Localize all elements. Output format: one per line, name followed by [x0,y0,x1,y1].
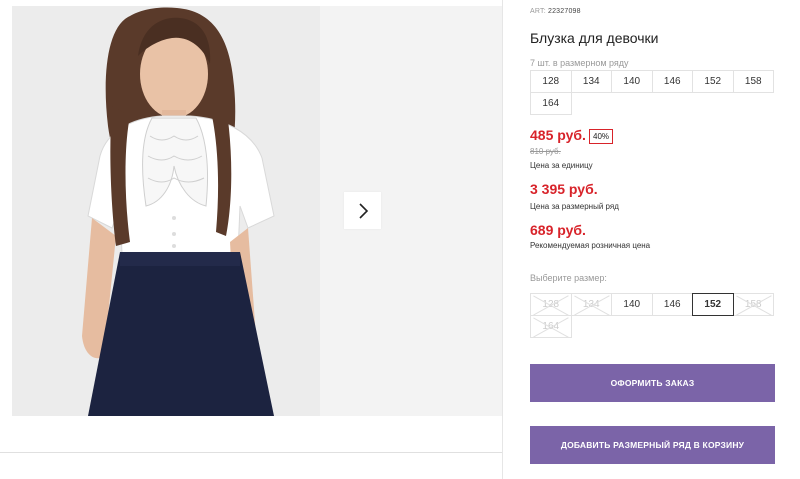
size-in-row: 164 [530,92,572,115]
gallery-next-button[interactable] [344,192,381,229]
row-count-text: 7 шт. в размерном ряду [530,58,629,68]
size-in-row: 134 [570,70,612,93]
rrp-price: 689 руб. [530,222,586,238]
article-prefix: ART: [530,8,546,15]
size-option-selected[interactable]: 152 [692,293,734,316]
size-in-row: 146 [651,70,693,93]
product-title: Блузка для девочки [530,30,659,46]
discount-badge: 40% [589,129,614,144]
size-option-disabled: 164 [530,315,572,338]
article-number: ART: 22327098 [530,8,581,15]
add-size-row-to-cart-button[interactable]: ДОБАВИТЬ РАЗМЕРНЫЙ РЯД В КОРЗИНУ [530,426,775,464]
row-price: 3 395 руб. [530,181,598,197]
size-in-row: 140 [611,70,653,93]
choose-size-label: Выберите размер: [530,273,607,283]
size-option-disabled: 158 [732,293,774,316]
unit-price: 485 руб. [530,127,586,143]
chevron-right-icon [358,202,368,219]
girl-in-blouse-image [12,6,320,416]
product-photo [12,6,320,416]
size-option-disabled: 134 [570,293,612,316]
old-price: 810 руб. [530,147,561,156]
product-gallery [0,0,503,479]
size-option[interactable]: 146 [651,293,693,316]
size-in-row: 158 [732,70,774,93]
size-option[interactable]: 140 [611,293,653,316]
unit-price-label: Цена за единицу [530,161,593,170]
size-option-disabled: 128 [530,293,572,316]
rrp-price-label: Рекомендуемая розничная цена [530,241,651,250]
size-in-row: 152 [692,70,734,93]
divider [0,452,502,453]
place-order-button[interactable]: ОФОРМИТЬ ЗАКАЗ [530,364,775,402]
row-price-label: Цена за размерный ряд [530,202,619,211]
size-picker-grid: 128 134 140 146 152 158 164 [530,293,780,338]
article-value: 22327098 [548,8,581,15]
sizes-in-row-grid: 128 134 140 146 152 158 164 [530,70,780,115]
size-in-row: 128 [530,70,572,93]
